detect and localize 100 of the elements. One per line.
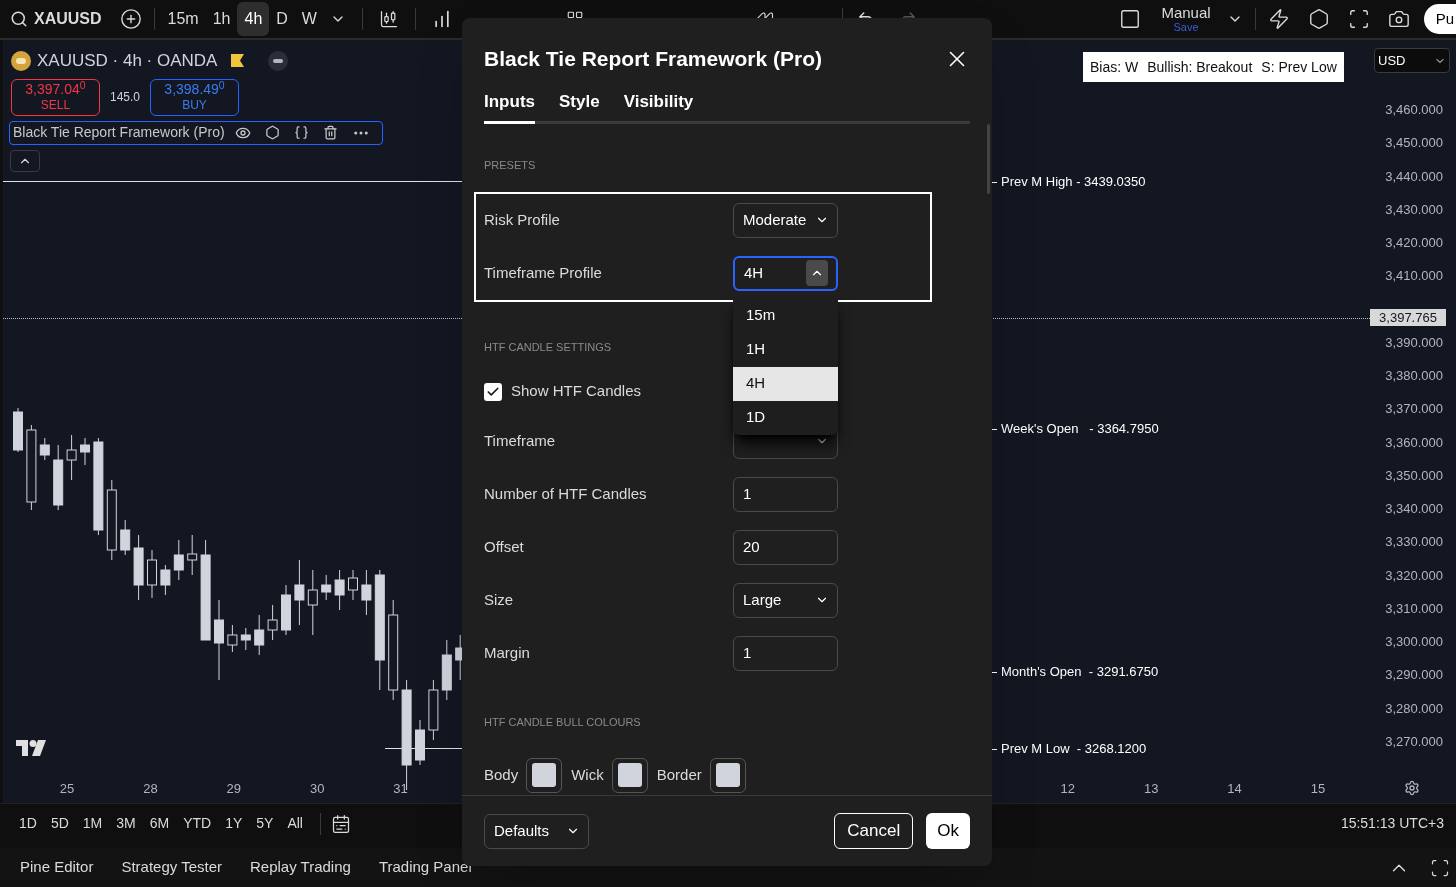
current-price-label: 3,397.765	[1370, 309, 1446, 326]
interval-button[interactable]: W	[294, 2, 324, 36]
price-label: 3,360.000	[1385, 434, 1443, 451]
candle	[428, 679, 439, 741]
range-button[interactable]: 1D	[12, 813, 44, 834]
dropdown-option[interactable]: 1D	[733, 400, 838, 435]
range-button[interactable]: 5Y	[249, 813, 281, 834]
coin-icon	[11, 50, 31, 71]
dialog-tab[interactable]: Inputs	[484, 89, 535, 124]
logo-icon	[16, 740, 48, 756]
dropdown-option[interactable]: 15m	[733, 298, 838, 333]
level-tick	[992, 748, 997, 750]
interval-button[interactable]: D	[269, 2, 295, 36]
dialog-tab[interactable]: Visibility	[623, 89, 694, 124]
camera-icon[interactable]	[1387, 8, 1410, 30]
lightning-icon[interactable]	[1267, 8, 1290, 30]
settings-icon[interactable]	[264, 125, 280, 140]
candle	[173, 539, 184, 581]
field-label: Size	[484, 589, 515, 610]
publish-button[interactable]: Pu	[1423, 4, 1456, 34]
candle	[361, 569, 372, 616]
price-label: 3,370.000	[1385, 401, 1443, 418]
input-field[interactable]: 20	[733, 529, 838, 565]
price-label: 3,290.000	[1385, 667, 1443, 684]
defaults-select[interactable]: Defaults	[484, 813, 589, 849]
candle	[415, 719, 425, 766]
range-button[interactable]: 1Y	[218, 813, 250, 834]
search-icon	[10, 10, 28, 28]
layout-button[interactable]: Manual Save	[1161, 5, 1211, 33]
price-label: 3,430.000	[1385, 201, 1443, 218]
candle	[39, 437, 50, 461]
price-label: 3,280.000	[1385, 700, 1443, 717]
select-field[interactable]: Large	[733, 582, 838, 618]
price-label: 3,270.000	[1385, 733, 1443, 750]
panel-tab[interactable]: Strategy Tester	[107, 856, 236, 879]
field-label: Timeframe	[484, 430, 557, 451]
color-swatch[interactable]	[709, 757, 746, 793]
range-button[interactable]: 6M	[142, 813, 177, 834]
level-label: Prev M High - 3439.0350	[1001, 173, 1146, 191]
color-swatch[interactable]	[526, 757, 563, 793]
price-label: 3,450.000	[1385, 135, 1443, 152]
time-label: 31	[393, 780, 408, 798]
candle	[254, 614, 265, 656]
settings-icon[interactable]	[1307, 8, 1330, 30]
scrollbar-thumb[interactable]	[987, 123, 990, 194]
section-heading: HTF CANDLE SETTINGS	[484, 340, 612, 356]
range-button[interactable]: 3M	[109, 813, 143, 834]
checkbox[interactable]	[484, 382, 502, 401]
input-field[interactable]: 1	[733, 635, 838, 671]
candle	[441, 639, 452, 701]
field-label: Number of HTF Candles	[484, 483, 648, 504]
range-button[interactable]: YTD	[176, 813, 219, 834]
level-tick	[992, 671, 997, 673]
range-button[interactable]: 5D	[43, 813, 76, 834]
panel-tab[interactable]: Trading Panel	[364, 856, 486, 879]
range-button[interactable]: 1M	[75, 813, 110, 834]
field-label: Offset	[484, 536, 525, 557]
add-icon[interactable]	[119, 8, 142, 30]
interval-button[interactable]: 4h	[237, 2, 270, 36]
dropdown-option[interactable]: 4H	[733, 366, 838, 401]
square-icon[interactable]	[1119, 8, 1142, 30]
select-field[interactable]: 4H	[733, 255, 838, 291]
range-button[interactable]: All	[280, 813, 310, 834]
minus-icon[interactable]	[268, 50, 289, 71]
candlestick-icon[interactable]	[378, 9, 399, 29]
dropdown-option[interactable]: 1H	[733, 332, 838, 367]
candle	[66, 434, 77, 481]
currency-select[interactable]: USD	[1374, 48, 1450, 73]
field-label: Body	[484, 764, 519, 785]
color-swatch[interactable]	[611, 757, 648, 793]
field-label: Show HTF Candles	[511, 381, 642, 402]
buy-button[interactable]: 3,398.49$^{0}$ BUY	[150, 78, 240, 116]
indicator-legend[interactable]: Black Tie Report Framework (Pro)	[9, 120, 383, 145]
panel-tab[interactable]: Replay Trading	[236, 856, 365, 879]
trash-icon[interactable]	[322, 125, 338, 140]
indicator-name: Black Tie Report Framework (Pro)	[13, 123, 225, 142]
maximize-icon[interactable]	[1430, 857, 1450, 878]
field-label: Wick	[571, 764, 604, 785]
interval-button[interactable]: 15m	[160, 2, 206, 36]
collapse-button[interactable]	[10, 149, 40, 172]
candle	[307, 569, 318, 636]
time-label: 12	[1060, 780, 1076, 798]
select-field[interactable]: Moderate	[733, 202, 838, 238]
panel-tab[interactable]: Pine Editor	[6, 856, 108, 879]
input-field[interactable]: 1	[733, 476, 838, 512]
sell-button[interactable]: 3,397.04$^{0}$ SELL	[11, 78, 100, 116]
bias-text: S: Prev Low	[1261, 57, 1337, 77]
settings-icon[interactable]	[1404, 780, 1420, 796]
calendar-icon[interactable]	[331, 813, 351, 834]
fullscreen-icon[interactable]	[1347, 8, 1370, 30]
braces-icon[interactable]	[293, 125, 309, 140]
field-label: Border	[656, 764, 702, 785]
ok-button[interactable]: Ok	[926, 813, 970, 849]
symbol-search[interactable]: XAUUSD	[10, 7, 102, 31]
time-label: 28	[143, 780, 158, 798]
cancel-button[interactable]: Cancel	[834, 813, 914, 849]
interval-button[interactable]: 1h	[205, 2, 238, 36]
dialog-tab[interactable]: Style	[559, 89, 600, 124]
price-label: 3,420.000	[1385, 235, 1443, 252]
price-label: 3,350.000	[1385, 467, 1443, 484]
